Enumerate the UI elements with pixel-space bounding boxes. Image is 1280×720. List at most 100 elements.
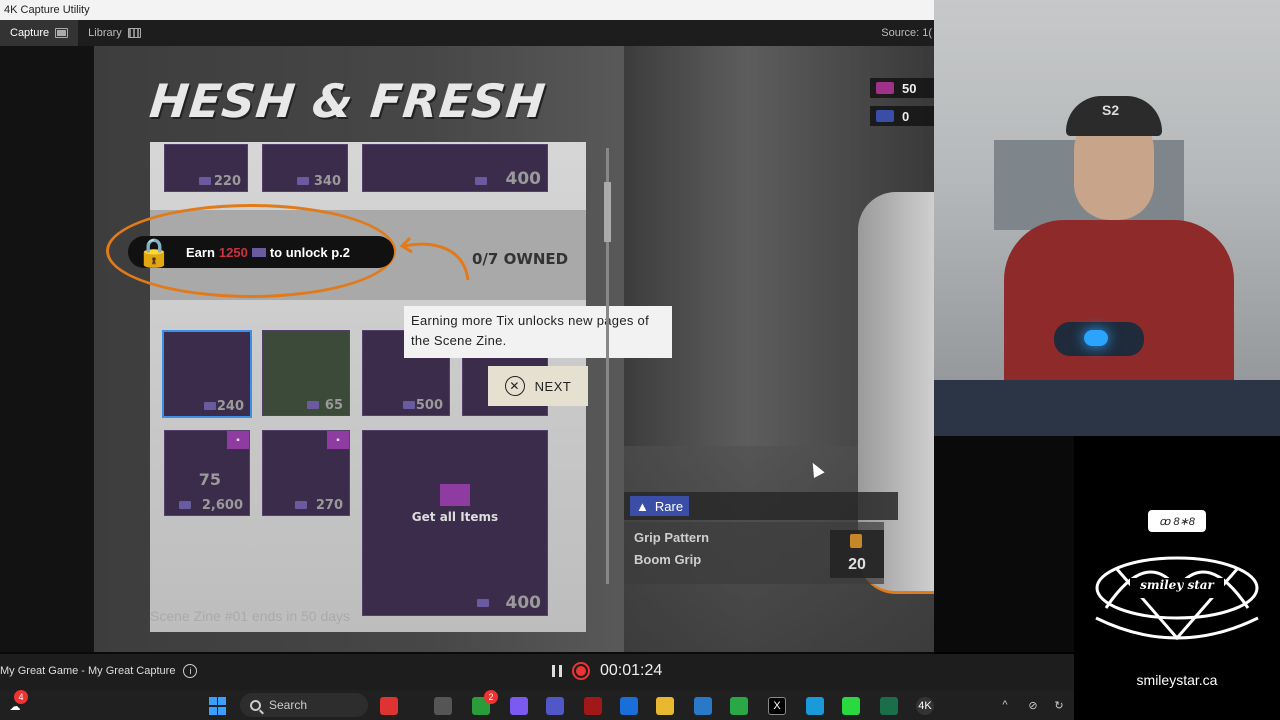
tix-icon — [251, 247, 266, 257]
tix-icon — [307, 401, 319, 409]
item-card[interactable]: 65 — [262, 330, 350, 416]
brand-tag: ꝏ 8∗8 — [1148, 510, 1206, 532]
bag-icon — [850, 534, 862, 548]
preview-left-margin — [0, 46, 94, 652]
kick-icon[interactable] — [842, 697, 860, 715]
capture-app-icon[interactable]: 4K — [916, 697, 934, 715]
status-bar: My Great Game - My Great Capture i 00:01… — [0, 654, 1074, 690]
tab-capture-label: Capture — [10, 27, 50, 39]
get-all-label: Get all Items — [411, 510, 499, 524]
capture-icon — [55, 28, 69, 38]
teams-icon[interactable] — [546, 697, 564, 715]
rarity-triangle-icon: ▲ — [636, 498, 649, 514]
branding-panel: ꝏ 8∗8 smiley star smileystar.ca — [1074, 472, 1280, 720]
coin-value: 0 — [902, 108, 910, 124]
info-icon[interactable]: i — [183, 664, 198, 678]
title-bar: 4K Capture Utility — [0, 0, 934, 20]
item-price: 65 — [324, 398, 343, 413]
item-card[interactable]: 400 — [362, 144, 548, 192]
tix-icon — [179, 501, 191, 509]
gamepass-icon[interactable] — [730, 697, 748, 715]
tab-capture[interactable]: Capture — [0, 20, 79, 46]
start-icon[interactable] — [208, 697, 226, 715]
tix-icon — [297, 177, 309, 185]
task-view-icon[interactable] — [434, 697, 452, 715]
edge-icon[interactable] — [806, 697, 824, 715]
screen: 4K Capture Utility Capture Library Sourc… — [0, 0, 1280, 720]
coin-balance: 0 — [870, 106, 934, 126]
recording-controls: 00:01:24 — [552, 662, 662, 680]
record-icon[interactable] — [572, 662, 590, 680]
item-card-locked[interactable]: ▪ 75 2,600 — [164, 430, 250, 516]
item-price: 270 — [315, 498, 343, 513]
copilot-icon[interactable] — [510, 697, 528, 715]
unlock-prefix: Earn — [186, 244, 215, 260]
smiley-star-logo — [1095, 556, 1259, 641]
game-app-icon[interactable] — [584, 697, 602, 715]
tab-library-label: Library — [88, 27, 122, 39]
item-cost-value: 20 — [848, 556, 866, 573]
gamepad-light — [1084, 330, 1108, 346]
pause-icon[interactable] — [552, 665, 562, 677]
chevron-up-icon[interactable]: ^ — [998, 699, 1012, 711]
app-icon[interactable] — [880, 697, 898, 715]
source-label[interactable]: Source: 1( — [881, 20, 934, 46]
next-button[interactable]: ✕ NEXT — [488, 366, 588, 406]
tix-icon — [403, 401, 415, 409]
notification-badge: 4 — [14, 690, 28, 704]
logo-text: smiley star — [1140, 578, 1214, 592]
jeans — [934, 380, 1280, 436]
item-type: Grip Pattern — [634, 530, 710, 545]
capture-name: My Great Game - My Great Capture — [0, 665, 176, 677]
tix-icon — [475, 177, 487, 185]
website-url: smileystar.ca — [1136, 672, 1218, 688]
network-off-icon[interactable]: ⊘ — [1026, 699, 1040, 712]
arrow-annotation-icon — [399, 236, 470, 281]
search-placeholder: Search — [269, 698, 308, 712]
store-icon[interactable] — [694, 697, 712, 715]
lock-icon: ▪ — [227, 431, 249, 449]
padlock-icon: 🔒 — [136, 236, 172, 268]
item-price: 400 — [505, 593, 542, 613]
mail-icon[interactable] — [620, 697, 638, 715]
unlock-suffix: to unlock p.2 — [269, 244, 350, 260]
item-card[interactable]: 340 — [262, 144, 348, 192]
item-price: 240 — [216, 399, 244, 414]
gap-area — [934, 436, 1074, 652]
item-card-locked[interactable]: ▪ 270 — [262, 430, 350, 516]
tix-balance: 50 — [870, 78, 934, 98]
tix-value: 50 — [902, 80, 917, 96]
x-app-icon[interactable]: X — [768, 697, 786, 715]
library-icon — [127, 28, 141, 38]
tix-icon — [477, 599, 489, 607]
search-icon — [250, 699, 261, 711]
game-preview[interactable]: HESH & FRESH 220 340 400 240 65 500 ▪ 75… — [94, 46, 934, 652]
taskbar-search[interactable]: Search — [240, 693, 368, 717]
unlock-amount: 1250 — [218, 244, 248, 260]
item-card-selected[interactable]: 240 — [162, 330, 252, 418]
fruit-app-icon[interactable] — [380, 697, 398, 715]
zine-title: HESH & FRESH — [147, 74, 549, 128]
capture-info: My Great Game - My Great Capture i — [0, 664, 198, 678]
scrollbar-thumb[interactable] — [604, 182, 611, 242]
cross-button-icon: ✕ — [504, 376, 525, 396]
item-cost: 20 — [830, 530, 884, 578]
sync-icon[interactable]: ↻ — [1052, 699, 1066, 712]
tab-library[interactable]: Library — [78, 20, 151, 46]
tix-icon — [199, 177, 211, 185]
item-card[interactable]: 220 — [164, 144, 248, 192]
lock-icon: ▪ — [327, 431, 349, 449]
get-all-items-button[interactable]: Get all Items — [410, 484, 500, 524]
rarity-label: Rare — [654, 498, 684, 514]
item-name: Boom Grip — [634, 552, 702, 567]
taskbar: ☁ 4 Search 2 X 4K ^ ⊘ ↻ — [0, 690, 1074, 720]
coin-icon — [876, 110, 894, 122]
window-title: 4K Capture Utility — [4, 4, 90, 16]
item-price: 500 — [415, 398, 443, 413]
tix-icon — [876, 82, 894, 94]
tutorial-tooltip: Earning more Tix unlocks new pages of th… — [404, 306, 672, 358]
zine-expiry: Scene Zine #01 ends in 50 days — [150, 608, 351, 624]
folder-icon[interactable] — [656, 697, 674, 715]
lock-icon — [440, 484, 470, 506]
item-price-secondary: 2,600 — [201, 498, 243, 513]
